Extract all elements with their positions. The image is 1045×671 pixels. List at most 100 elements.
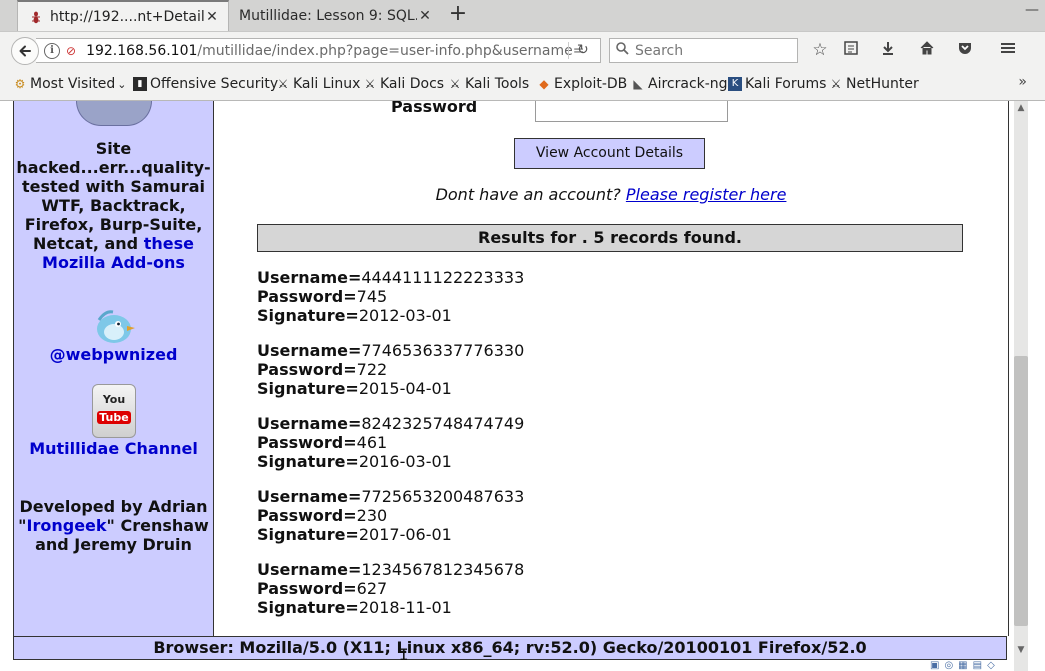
bookmark-label: Kali Docs xyxy=(380,76,445,92)
signature-label: Signature= xyxy=(257,306,359,325)
bookmark-label: NetHunter xyxy=(846,76,919,92)
records-list: Username=4444111122223333 Password=745 S… xyxy=(257,268,957,633)
insecure-connection-icon[interactable]: ⊘ xyxy=(66,44,76,58)
bookmark-label: Kali Linux xyxy=(293,76,361,92)
minimize-window-icon[interactable]: — xyxy=(1025,2,1039,18)
hamburger-menu-icon[interactable] xyxy=(998,40,1018,60)
password-value: 745 xyxy=(356,287,388,306)
sidebar: Site hacked...err...quality-tested with … xyxy=(14,101,214,636)
bookmark-label: Aircrack-ng xyxy=(648,76,728,92)
page-frame: Site hacked...err...quality-tested with … xyxy=(13,101,1009,636)
username-value: 1234567812345678 xyxy=(361,560,525,579)
bookmark-kali-linux[interactable]: ⚔ Kali Linux xyxy=(276,76,361,92)
tab-user-info[interactable]: http://192....nt+Details ✕ xyxy=(17,0,229,31)
results-header: Results for . 5 records found. xyxy=(257,224,963,252)
tab-close-icon[interactable]: ✕ xyxy=(417,8,433,24)
password-label: Password= xyxy=(257,506,357,525)
bookmark-offensive-security[interactable]: ▮ Offensive Security xyxy=(133,76,278,92)
bookmarks-overflow-icon[interactable]: » xyxy=(1018,74,1027,90)
bookmark-most-visited[interactable]: ⚙ Most Visited ⌄ xyxy=(13,76,127,92)
username-value: 7725653200487633 xyxy=(361,487,525,506)
download-icon[interactable] xyxy=(878,40,898,60)
list-item: Username=8242325748474749 Password=461 S… xyxy=(257,414,957,471)
tab-close-icon[interactable]: ✕ xyxy=(204,9,220,25)
bookmark-label: Most Visited xyxy=(30,76,116,92)
register-prefix: Dont have an account? xyxy=(435,185,621,204)
bookmarks-toolbar: ⚙ Most Visited ⌄ ▮ Offensive Security ⚔ … xyxy=(0,68,1045,101)
password-label: Password= xyxy=(257,360,357,379)
addon-status-icons[interactable]: ▣◎▦▤◇ xyxy=(930,660,1000,671)
signature-label: Signature= xyxy=(257,525,359,544)
mutillidae-channel-link[interactable]: Mutillidae Channel xyxy=(14,439,213,458)
page-viewport: Site hacked...err...quality-tested with … xyxy=(0,101,1045,671)
username-label: Username= xyxy=(257,487,362,506)
signature-value: 2016-03-01 xyxy=(358,452,452,471)
gear-icon: ⚙ xyxy=(14,77,26,91)
tab-lesson-9[interactable]: Mutillidae: Lesson 9: SQL... ✕ xyxy=(231,0,441,31)
scroll-down-arrow-icon[interactable]: ▼ xyxy=(1014,643,1028,657)
password-value: 722 xyxy=(356,360,388,379)
reading-list-icon[interactable] xyxy=(841,40,861,60)
mutillidae-logo xyxy=(76,101,152,126)
pocket-icon[interactable] xyxy=(955,40,975,60)
bookmark-exploit-db[interactable]: ◆ Exploit-DB xyxy=(537,76,627,92)
signature-value: 2015-04-01 xyxy=(358,379,452,398)
site-info-icon[interactable]: i xyxy=(44,42,60,59)
kali-icon: ⚔ xyxy=(449,77,461,91)
password-value: 230 xyxy=(356,506,388,525)
password-label: Password= xyxy=(257,579,357,598)
tab-title: http://192....nt+Details xyxy=(50,8,204,25)
username-label: Username= xyxy=(257,341,362,360)
bookmark-kali-docs[interactable]: ⚔ Kali Docs xyxy=(363,76,444,92)
twitter-link[interactable]: @webpwnized xyxy=(14,345,213,364)
youtube-logo-you: You xyxy=(102,393,126,406)
bookmark-label: Exploit-DB xyxy=(554,76,628,92)
bookmark-star-icon[interactable]: ☆ xyxy=(810,40,830,60)
kali-icon: ⚔ xyxy=(830,77,842,91)
irongeek-link[interactable]: Irongeek xyxy=(27,516,107,535)
password-label: Password= xyxy=(257,433,357,452)
username-label: Username= xyxy=(257,414,362,433)
tab-title: Mutillidae: Lesson 9: SQL... xyxy=(239,7,417,24)
password-value: 461 xyxy=(356,433,388,452)
scroll-up-arrow-icon[interactable]: ▲ xyxy=(1014,101,1028,115)
youtube-logo-tube: Tube xyxy=(97,411,131,424)
back-arrow-icon xyxy=(19,45,31,57)
search-input[interactable]: Search xyxy=(609,38,798,63)
navigation-bar: i ⊘ 192.168.56.101/mutillidae/index.php?… xyxy=(0,31,1045,69)
scrollbar-thumb[interactable] xyxy=(1014,356,1028,626)
home-icon[interactable] xyxy=(917,40,937,60)
bookmark-label: Offensive Security xyxy=(150,76,279,92)
username-value: 7746536337776330 xyxy=(361,341,525,360)
aircrack-icon: ◣ xyxy=(633,77,643,91)
main-content: Password View Account Details Dont have … xyxy=(214,101,1008,636)
url-path: /mutillidae/index.php?page=user-info.php… xyxy=(197,42,585,59)
bookmark-nethunter[interactable]: ⚔ NetHunter xyxy=(829,76,919,92)
new-tab-button[interactable]: + xyxy=(447,3,469,26)
bookmark-kali-tools[interactable]: ⚔ Kali Tools xyxy=(448,76,530,92)
password-label: Password xyxy=(391,101,478,116)
sidebar-site-text: Site hacked...err...quality-tested with … xyxy=(14,139,213,272)
register-link[interactable]: Please register here xyxy=(626,185,787,204)
signature-label: Signature= xyxy=(257,452,359,471)
bookmark-label: Kali Tools xyxy=(465,76,530,92)
signature-value: 2017-06-01 xyxy=(358,525,452,544)
view-account-details-button[interactable]: View Account Details xyxy=(514,138,705,169)
password-label: Password= xyxy=(257,287,357,306)
youtube-icon[interactable]: You Tube xyxy=(92,384,136,438)
password-field[interactable] xyxy=(535,101,728,122)
reload-icon[interactable]: ↻ xyxy=(577,42,589,58)
offsec-icon: ▮ xyxy=(133,77,147,91)
developer-credits: Developed by Adrian "Irongeek" Crenshaw … xyxy=(14,497,213,554)
kali-icon: ⚔ xyxy=(277,77,289,91)
signature-label: Signature= xyxy=(257,379,359,398)
twitter-bird-icon[interactable] xyxy=(91,308,137,346)
bookmark-kali-forums[interactable]: K Kali Forums xyxy=(728,76,826,92)
tab-strip: http://192....nt+Details ✕ Mutillidae: L… xyxy=(0,0,1045,31)
exploitdb-icon: ◆ xyxy=(539,77,549,91)
browser-info-bar: Browser: Mozilla/5.0 (X11; Linux x86_64;… xyxy=(13,636,1007,660)
url-bar[interactable]: i ⊘ 192.168.56.101/mutillidae/index.php?… xyxy=(36,38,601,63)
bookmark-aircrack-ng[interactable]: ◣ Aircrack-ng xyxy=(631,76,728,92)
back-button[interactable] xyxy=(11,37,39,65)
kali-forums-icon: K xyxy=(728,77,742,91)
